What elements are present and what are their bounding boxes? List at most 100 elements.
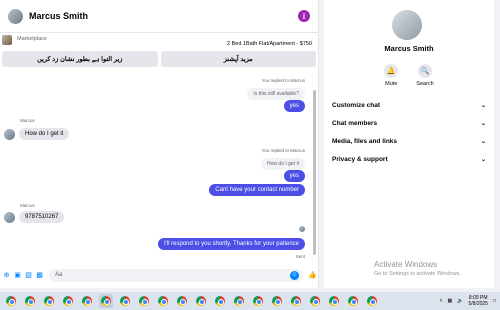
chrome-icon — [329, 296, 339, 306]
watermark-subtitle: Go to Settings to activate Windows. — [374, 271, 461, 277]
chrome-icon — [177, 296, 187, 306]
outgoing-message[interactable]: I'll respond to you shortly. Thanks for … — [158, 238, 305, 250]
outgoing-message[interactable]: CanI have your contact number — [209, 184, 305, 196]
mute-label: Mute — [385, 81, 398, 87]
emoji-icon[interactable]: ☺ — [290, 270, 299, 280]
outgoing-message[interactable]: yes — [283, 100, 305, 112]
more-options-button[interactable]: مزید آپشنز — [160, 51, 316, 67]
outgoing-message[interactable]: yes — [283, 170, 305, 182]
chrome-icon — [63, 296, 73, 306]
chrome-taskbar-icon[interactable] — [118, 294, 132, 308]
message-input[interactable]: Aa ☺ — [49, 268, 303, 282]
sticker-icon[interactable]: ▧ — [24, 271, 33, 280]
message-text: yes — [283, 100, 305, 112]
chrome-taskbar-icon[interactable] — [175, 294, 189, 308]
message-text: How do I get it — [19, 128, 70, 140]
scrollbar[interactable] — [313, 90, 316, 255]
quoted-message: Is this still available? — [247, 88, 305, 100]
reply-indicator: You replied to Marcus — [261, 78, 305, 83]
chrome-taskbar-icon[interactable] — [4, 294, 18, 308]
image-icon[interactable]: ▣ — [13, 271, 22, 280]
profile-sections: Customize chat ⌄ Chat members ⌄ Media, f… — [324, 96, 494, 168]
profile-avatar[interactable] — [392, 10, 422, 40]
chrome-icon — [44, 296, 54, 306]
section-media-files[interactable]: Media, files and links ⌄ — [324, 132, 494, 150]
chrome-icon — [6, 296, 16, 306]
chrome-taskbar-icon[interactable] — [365, 294, 379, 308]
notification-icon[interactable]: □ — [493, 298, 496, 304]
incoming-message[interactable]: How do I get it — [4, 128, 70, 140]
chrome-taskbar-icon[interactable] — [308, 294, 322, 308]
plus-icon[interactable]: ⊕ — [2, 271, 11, 280]
incoming-message[interactable]: 9787510267 — [4, 211, 65, 223]
chrome-taskbar-icon[interactable] — [137, 294, 151, 308]
activate-windows-watermark: Activate Windows Go to Settings to activ… — [374, 260, 461, 277]
profile-panel: Marcus Smith 🔔 Mute 🔍 Search Customize c… — [324, 0, 494, 288]
chrome-icon — [196, 296, 206, 306]
chrome-taskbar-icon[interactable] — [42, 294, 56, 308]
chevron-up-icon[interactable]: ˄ — [440, 298, 443, 304]
search-button[interactable]: 🔍 Search — [416, 64, 434, 87]
search-icon: 🔍 — [418, 64, 432, 78]
clock[interactable]: 8:09 PM 5/8/2025 — [469, 295, 488, 307]
message-status: Sent — [295, 254, 305, 259]
chrome-icon — [310, 296, 320, 306]
chrome-icon — [253, 296, 263, 306]
mute-button[interactable]: 🔔 Mute — [384, 64, 399, 87]
quoted-message: How do I get it — [261, 158, 305, 170]
chrome-taskbar-icon[interactable] — [61, 294, 75, 308]
chevron-down-icon: ⌄ — [480, 138, 486, 145]
marketplace-label: Marketplace — [17, 36, 47, 42]
chrome-taskbar-icon[interactable] — [346, 294, 360, 308]
composer: ⊕ ▣ ▧ ▩ Aa ☺ 👍 — [0, 264, 319, 286]
profile-name[interactable]: Marcus Smith — [324, 44, 494, 53]
info-icon[interactable]: i — [298, 10, 310, 22]
quoted-text: Is this still available? — [247, 88, 305, 100]
chrome-taskbar-icon[interactable] — [194, 294, 208, 308]
avatar[interactable] — [8, 8, 23, 24]
chrome-icon — [82, 296, 92, 306]
chrome-icon — [120, 296, 130, 306]
system-tray: ˄ ▦ 🔈 8:09 PM 5/8/2025 □ — [440, 292, 496, 310]
marketplace-listing[interactable]: Marketplace 2 Bed 1Bath Flat/Apartment -… — [0, 33, 318, 51]
gif-icon[interactable]: ▩ — [35, 271, 44, 280]
chrome-icon — [215, 296, 225, 306]
like-icon[interactable]: 👍 — [308, 271, 317, 280]
chrome-taskbar-icon[interactable] — [213, 294, 227, 308]
chrome-taskbar-icon[interactable] — [270, 294, 284, 308]
chrome-taskbar-icon[interactable] — [251, 294, 265, 308]
chrome-taskbar-icon[interactable] — [23, 294, 37, 308]
chat-header: Marcus Smith i — [0, 0, 318, 33]
message-text: yes — [283, 170, 305, 182]
quoted-text: How do I get it — [261, 158, 305, 170]
contact-name[interactable]: Marcus Smith — [29, 11, 298, 21]
chrome-taskbar-icon[interactable] — [99, 294, 113, 308]
section-label: Privacy & support — [332, 155, 388, 163]
message-text: CanI have your contact number — [209, 184, 305, 196]
chrome-icon — [272, 296, 282, 306]
chrome-icon — [348, 296, 358, 306]
chrome-taskbar-icon[interactable] — [80, 294, 94, 308]
clock-date: 5/8/2025 — [468, 301, 488, 307]
chrome-taskbar-icon[interactable] — [232, 294, 246, 308]
network-icon[interactable]: ▦ — [448, 298, 453, 304]
section-privacy-support[interactable]: Privacy & support ⌄ — [324, 150, 494, 168]
section-label: Chat members — [332, 119, 378, 127]
section-label: Media, files and links — [332, 137, 398, 145]
chrome-taskbar-icon[interactable] — [156, 294, 170, 308]
avatar — [4, 128, 15, 140]
listing-thumbnail — [2, 35, 12, 45]
quick-actions: زیر التوا ہے بطور نشان زد کریں مزید آپشن… — [0, 51, 318, 67]
section-chat-members[interactable]: Chat members ⌄ — [324, 114, 494, 132]
section-label: Customize chat — [332, 101, 381, 109]
chrome-taskbar-icon[interactable] — [289, 294, 303, 308]
sender-name: Marcus — [20, 118, 35, 123]
chrome-taskbar-icon[interactable] — [327, 294, 341, 308]
avatar — [299, 226, 305, 232]
mark-pending-button[interactable]: زیر التوا ہے بطور نشان زد کریں — [2, 51, 158, 67]
message-list: You replied to Marcus Is this still avai… — [0, 70, 319, 260]
volume-icon[interactable]: 🔈 — [457, 298, 463, 304]
chrome-icon — [291, 296, 301, 306]
chevron-down-icon: ⌄ — [480, 120, 486, 127]
section-customize-chat[interactable]: Customize chat ⌄ — [324, 96, 494, 114]
